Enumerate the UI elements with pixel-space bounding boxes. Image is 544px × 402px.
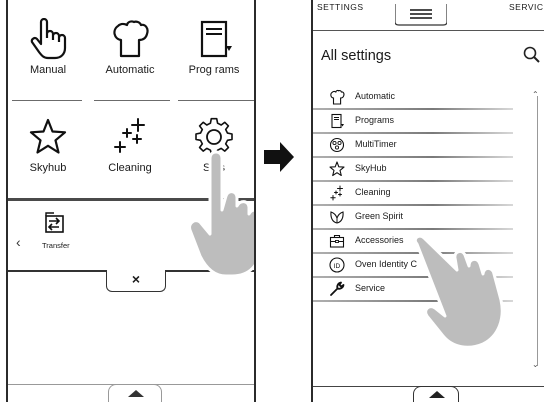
- tile-manual[interactable]: Manual: [8, 18, 88, 76]
- sparkles-icon: [114, 118, 145, 153]
- tile-automatic[interactable]: Automatic: [90, 18, 170, 76]
- arrow-right-icon: [264, 142, 294, 172]
- star-icon: [329, 161, 345, 177]
- tab-service[interactable]: SERVICE: [509, 2, 544, 12]
- page-title: All settings: [321, 48, 392, 64]
- hand-pointer-icon: [30, 18, 67, 60]
- menu-item-cleaning[interactable]: Cleaning: [313, 182, 538, 206]
- star-icon: [29, 118, 67, 154]
- sparkles-icon: [330, 185, 343, 201]
- multitimer-icon: [329, 137, 345, 153]
- toolbox-icon: [329, 234, 345, 248]
- menu-item-label: Accessories: [355, 235, 404, 245]
- menu-item-label: Automatic: [355, 91, 396, 101]
- tile-skyhub[interactable]: Skyhub: [8, 116, 88, 174]
- settings-screen: SETTINGS SERVICE All settings ⌃ ⌄ Automa…: [311, 0, 544, 402]
- menu-item-multitimer[interactable]: MultiTimer: [313, 134, 538, 158]
- menu-item-label: SkyHub: [355, 163, 387, 173]
- menu-item-programs[interactable]: Programs: [313, 110, 538, 134]
- tile-label: Prog rams: [188, 64, 240, 76]
- tile-programs[interactable]: Prog rams: [174, 18, 254, 76]
- wrench-icon: [330, 281, 345, 296]
- close-tray-button[interactable]: ×: [106, 270, 166, 292]
- close-icon: ×: [131, 271, 141, 287]
- chef-hat-icon: [113, 20, 149, 58]
- chef-hat-icon: [330, 89, 345, 105]
- tray-border: [8, 270, 107, 272]
- menu-item-label: Programs: [355, 115, 395, 125]
- menu-item-label: Oven Identity C: [355, 259, 418, 269]
- divider: [178, 100, 254, 101]
- tile-label: Manual: [29, 64, 67, 76]
- tab-settings[interactable]: SETTINGS: [317, 2, 364, 12]
- menu-item-automatic[interactable]: Automatic: [313, 86, 538, 110]
- menu-icon[interactable]: [395, 4, 447, 26]
- hand-pointer-illustration: [188, 150, 254, 278]
- transfer-label: Transfer: [42, 241, 70, 250]
- menu-item-skyhub[interactable]: SkyHub: [313, 158, 538, 182]
- home-screen: Manual Automatic Prog rams Skyhub Cleani…: [6, 0, 256, 402]
- menu-item-label: Service: [355, 283, 386, 293]
- divider: [94, 100, 170, 101]
- scroll-down-icon[interactable]: ⌄: [532, 360, 539, 369]
- hand-pointer-illustration: [413, 236, 504, 349]
- recipe-book-icon: [331, 113, 344, 129]
- open-tray-button[interactable]: [108, 384, 162, 402]
- menu-item-green-spirit[interactable]: Green Spirit: [313, 206, 538, 230]
- tile-label: Skyhub: [29, 162, 67, 174]
- recipe-book-icon: [200, 20, 232, 58]
- open-tray-button[interactable]: [413, 386, 459, 402]
- svg-text:ID: ID: [334, 263, 341, 270]
- top-bar: SETTINGS SERVICE: [313, 0, 544, 30]
- search-icon[interactable]: [523, 46, 541, 64]
- transfer-button[interactable]: Transfer: [42, 212, 102, 250]
- tile-label: Cleaning: [108, 162, 152, 174]
- leaf-icon: [330, 211, 344, 224]
- menu-item-label: MultiTimer: [355, 139, 397, 149]
- divider: [313, 30, 544, 31]
- id-icon: ID: [329, 257, 345, 273]
- transfer-icon: [45, 212, 64, 233]
- menu-item-label: Green Spirit: [355, 211, 404, 221]
- divider: [12, 100, 82, 101]
- chevron-left-icon[interactable]: ‹: [16, 234, 21, 250]
- menu-item-label: Cleaning: [355, 187, 391, 197]
- tile-label: Automatic: [105, 64, 155, 76]
- tile-cleaning[interactable]: Cleaning: [90, 116, 170, 174]
